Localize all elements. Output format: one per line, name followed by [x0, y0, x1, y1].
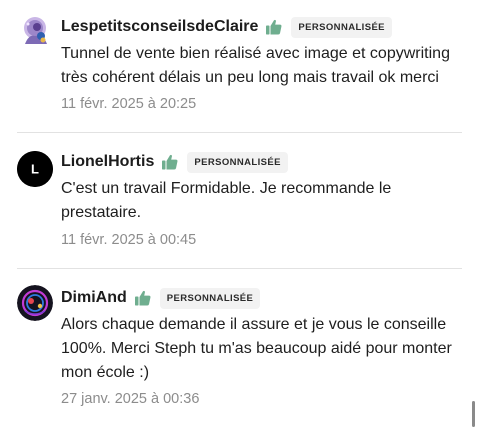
thumbs-up-icon [265, 18, 283, 36]
review-date: 11 févr. 2025 à 20:25 [61, 96, 197, 112]
status-badge: PERSONNALISÉE [159, 287, 261, 309]
neon-circle-avatar-icon [17, 285, 53, 321]
status-badge: PERSONNALISÉE [291, 16, 392, 38]
scrollbar[interactable] [472, 401, 475, 427]
review-date: 11 févr. 2025 à 00:45 [61, 232, 197, 248]
author-name[interactable]: DimiAnd [61, 289, 127, 307]
divider [17, 268, 462, 269]
review-text: Alors chaque demande il assure et je vou… [61, 316, 452, 381]
review-date: 27 janv. 2025 à 00:36 [61, 391, 200, 407]
thumbs-up-icon [134, 289, 152, 307]
svg-text:L: L [31, 162, 39, 177]
author-name[interactable]: LespetitsconseilsdeClaire [61, 18, 258, 36]
avatar[interactable] [17, 14, 53, 50]
avatar[interactable]: L [17, 151, 53, 187]
divider [17, 132, 462, 133]
review-text: Tunnel de vente bien réalisé avec image … [61, 45, 450, 86]
review-header: DimiAnd PERSONNALISÉE [61, 285, 261, 311]
status-badge: PERSONNALISÉE [187, 151, 288, 173]
letter-avatar-icon: L [17, 151, 53, 187]
reviews-page: LespetitsconseilsdeClaire PERSONNALISÉE … [0, 0, 479, 427]
author-name[interactable]: LionelHortis [61, 153, 154, 171]
review-header: LionelHortis PERSONNALISÉE [61, 149, 288, 175]
thumbs-up-icon [161, 153, 179, 171]
review-header: LespetitsconseilsdeClaire PERSONNALISÉE [61, 14, 392, 40]
stylized-head-avatar-icon [17, 14, 53, 50]
review-text: C'est un travail Formidable. Je recomman… [61, 180, 392, 221]
avatar[interactable] [17, 285, 53, 321]
